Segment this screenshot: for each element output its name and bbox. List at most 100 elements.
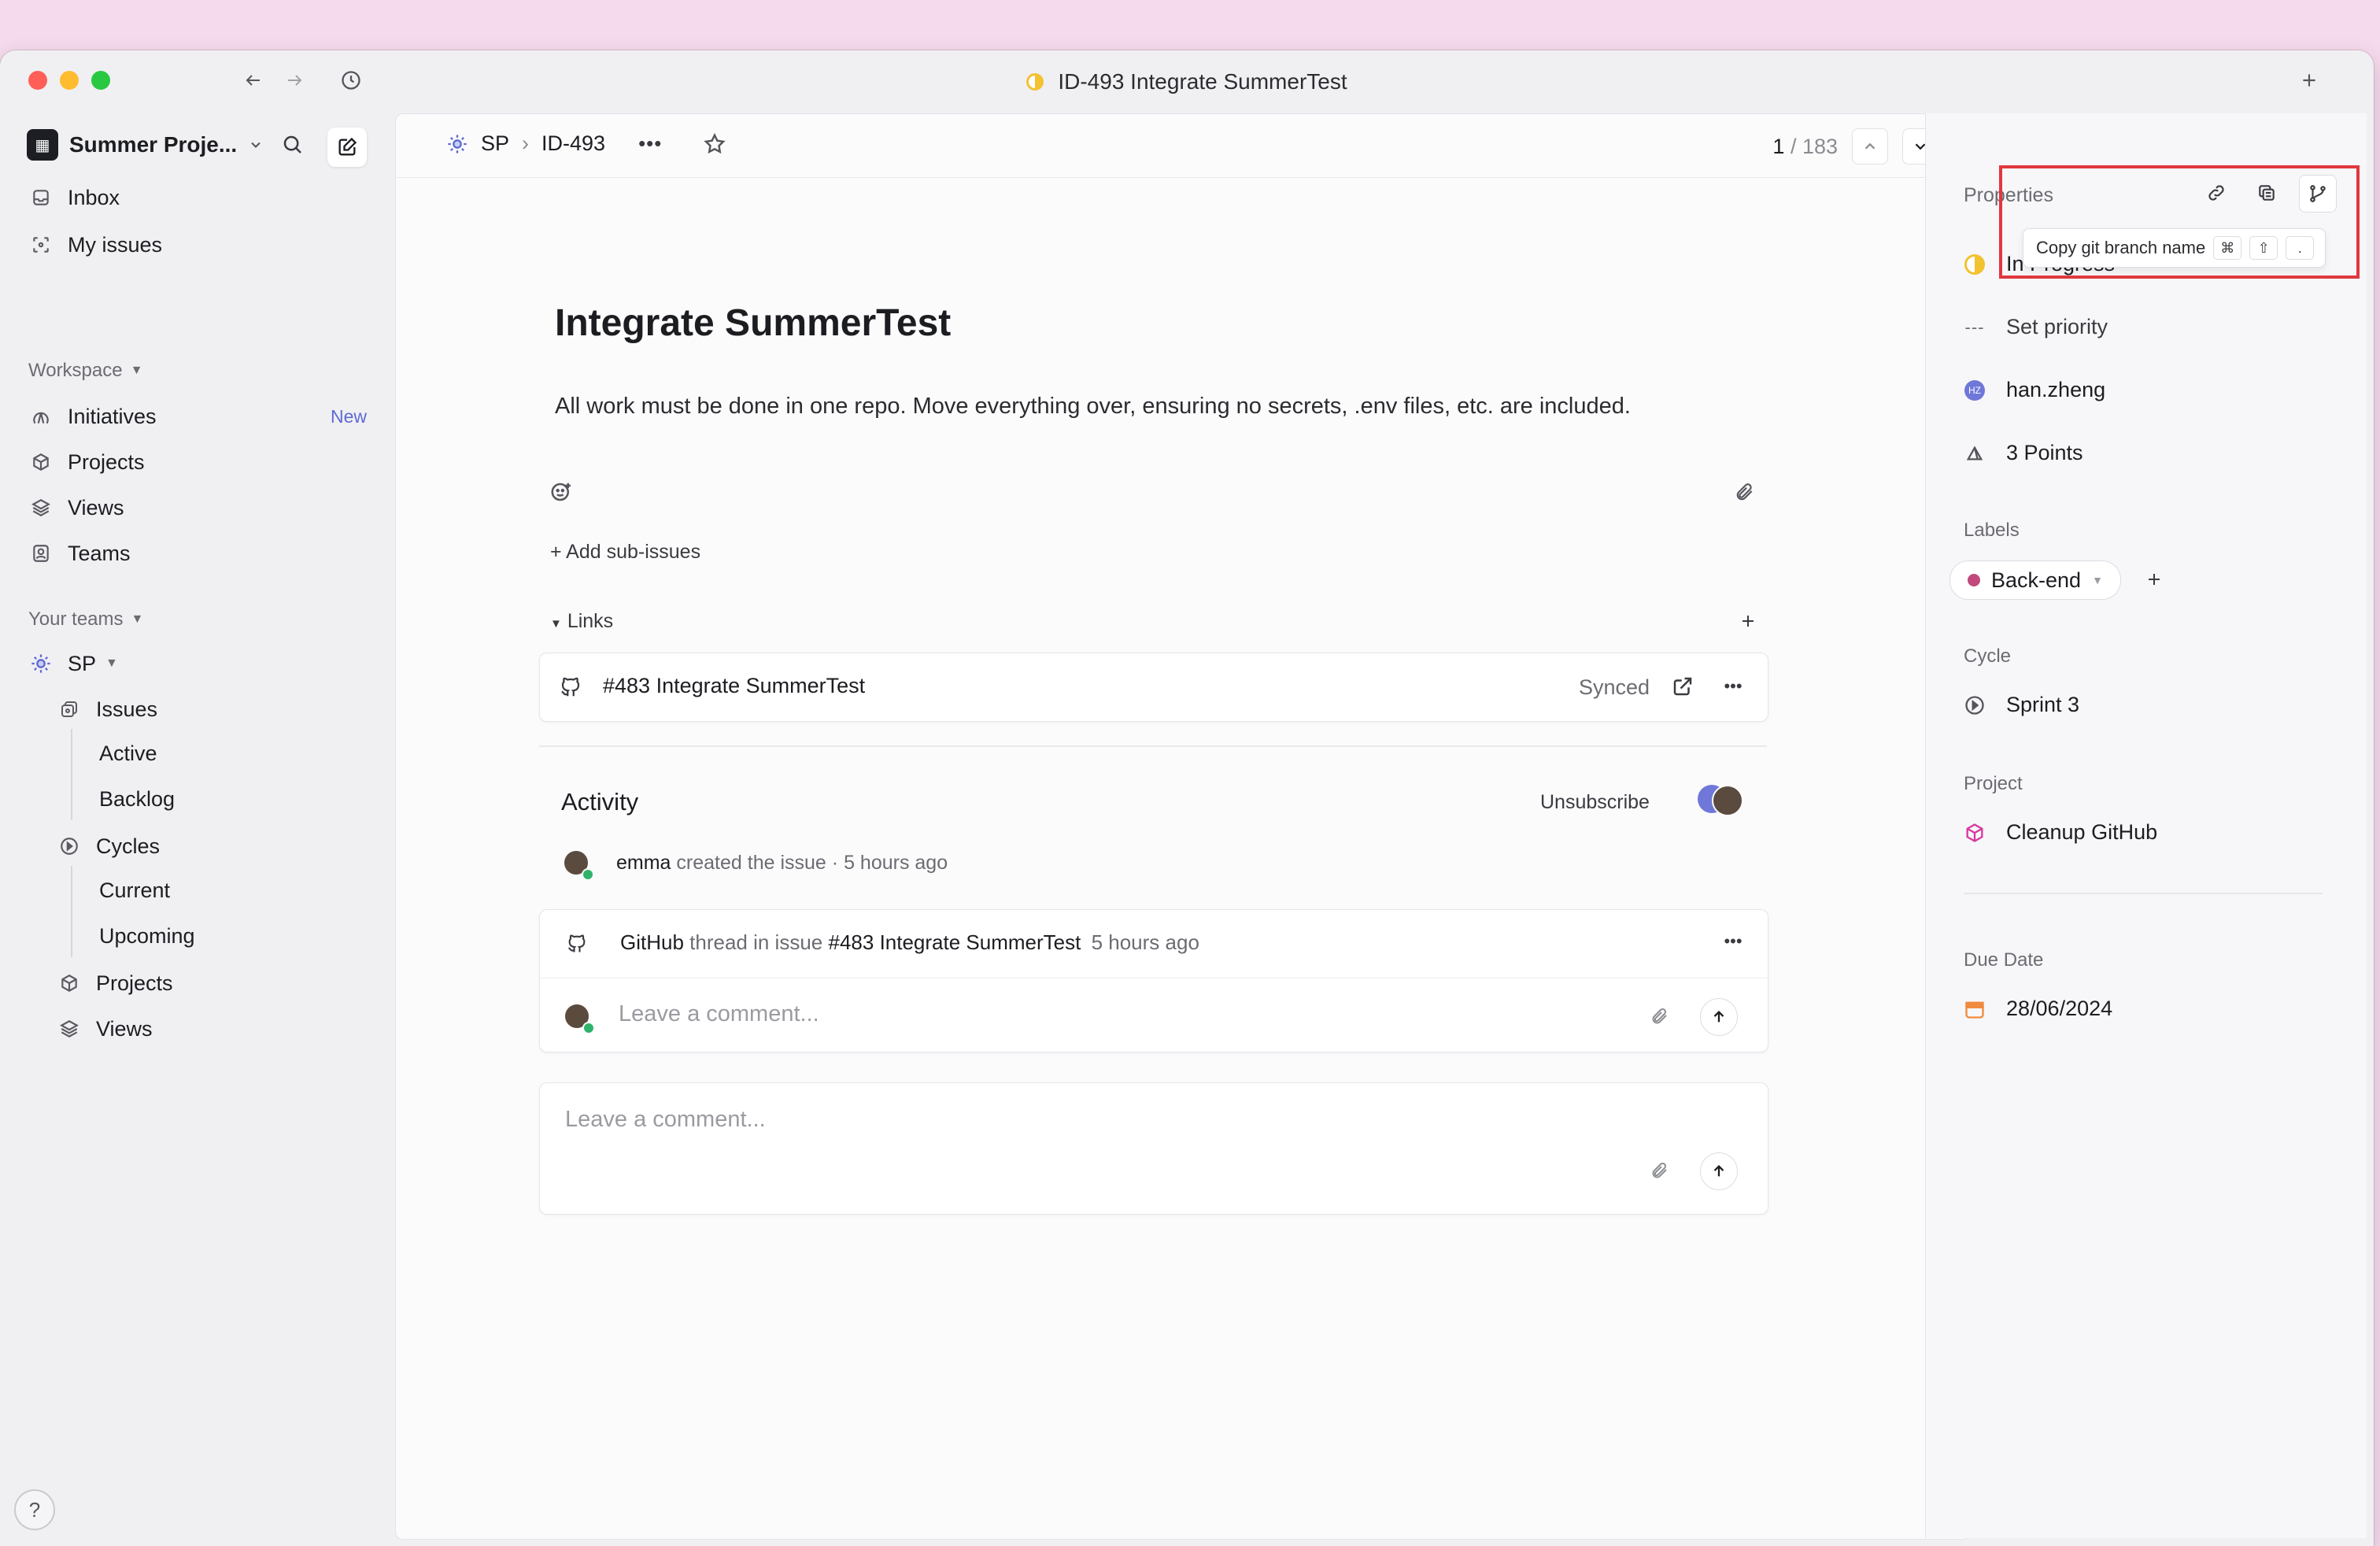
labels-heading: Labels [1964,520,2020,541]
sidebar-item-initiatives[interactable]: Initiatives New [28,397,367,436]
project-heading: Project [1964,773,2023,794]
previous-issue-button[interactable] [1852,128,1888,165]
add-reaction-icon[interactable] [547,478,575,506]
sidebar-item-label: Issues [96,697,158,721]
due-date-property[interactable]: 28/06/2024 [1964,997,2112,1021]
attachment-icon[interactable] [1731,478,1759,506]
sidebar-item-team-views[interactable]: Views [57,1009,153,1049]
assignee-property[interactable]: HZ han.zheng [1964,378,2105,402]
sidebar-item-current[interactable]: Current [99,878,170,903]
github-link-card[interactable]: #483 Integrate SummerTest Synced ••• [539,653,1768,722]
search-icon[interactable] [279,131,307,159]
label-chip-text: Back-end [1991,568,2082,592]
issue-description[interactable]: All work must be done in one repo. Move … [555,394,1631,420]
thread-text: thread in issue [689,930,823,954]
link-more-options-icon[interactable]: ••• [1717,672,1749,701]
thread-more-options-icon[interactable]: ••• [1717,927,1749,956]
activity-user[interactable]: emma [616,852,671,874]
attachment-icon[interactable] [1646,1003,1673,1030]
caret-down-icon: ▼ [131,612,144,626]
subscriber-avatar-emma[interactable] [1712,785,1743,816]
properties-panel: Properties In Progress --- Set priority … [1925,113,2367,1538]
more-options-icon[interactable]: ••• [638,131,662,156]
team-sp[interactable]: SP ▼ [28,644,118,683]
comment-composer[interactable]: Leave a comment... [539,1082,1768,1215]
issue-title[interactable]: Integrate SummerTest [555,301,951,345]
project-cube-icon [1964,822,1986,844]
sidebar-item-active[interactable]: Active [99,742,157,766]
sidebar-item-cycles[interactable]: Cycles [57,827,160,866]
estimate-property[interactable]: 3 Points [1964,441,2083,465]
no-priority-icon: --- [1964,316,1985,337]
thread-reply-input[interactable]: Leave a comment... [619,1001,819,1027]
new-tab-plus-icon[interactable] [2295,66,2323,94]
arrow-up-icon [1713,1164,1724,1177]
new-issue-button[interactable] [327,128,367,167]
cycle-heading: Cycle [1964,645,2012,667]
activity-heading: Activity [561,788,639,816]
chevron-down-icon [251,142,261,148]
breadcrumb-issue-id[interactable]: ID-493 [541,131,605,156]
window-title: ID-493 Integrate SummerTest [0,69,2374,94]
initiatives-icon [28,404,54,429]
sidebar-item-issues[interactable]: Issues [57,690,157,729]
caret-down-icon: ▼ [550,617,562,631]
workspace-section-label: Workspace [28,360,123,381]
chevron-up-icon [1864,142,1876,150]
sidebar-item-teams[interactable]: Teams [28,534,131,573]
sidebar-item-views[interactable]: Views [28,488,124,527]
add-link-plus-icon[interactable] [1735,608,1761,634]
label-color-dot [1968,574,1980,586]
project-value: Cleanup GitHub [2006,820,2158,844]
attachment-icon[interactable] [1646,1157,1673,1184]
thread-issue-link[interactable]: #483 Integrate SummerTest [829,930,1081,954]
team-sun-icon [448,134,467,153]
sidebar-item-projects[interactable]: Projects [28,442,145,482]
priority-property[interactable]: --- Set priority [1964,315,2108,339]
issues-icon [57,697,82,722]
new-badge: New [330,405,367,427]
label-chip-backend[interactable]: Back-end ▼ [1949,560,2121,600]
send-comment-button[interactable] [1700,1152,1738,1190]
cube-icon [57,971,82,996]
add-label-plus-icon[interactable] [2140,565,2168,594]
links-heading: Links [567,610,614,632]
link-sync-status: Synced [1578,675,1650,699]
sidebar-item-team-projects[interactable]: Projects [57,963,173,1003]
pager-total: / 183 [1790,134,1838,158]
issue-pager: 1 / 183 [1772,128,1938,165]
sidebar-item-upcoming[interactable]: Upcoming [99,924,195,949]
activity-separator: · [831,852,839,874]
sidebar-item-label: Views [68,495,124,520]
workspace-section-header[interactable]: Workspace ▼ [28,360,142,382]
thread-description: GitHub thread in issue #483 Integrate Su… [620,930,1199,955]
add-sub-issues-button[interactable]: + Add sub-issues [550,541,700,564]
window-title-text: ID-493 Integrate SummerTest [1058,69,1347,94]
help-button[interactable]: ? [14,1489,55,1530]
sidebar-item-inbox[interactable]: Inbox [28,178,120,217]
cycle-icon [1964,694,1986,716]
activity-event-text: created the issue [676,852,826,874]
star-icon[interactable] [703,132,726,156]
your-teams-section-header[interactable]: Your teams ▼ [28,608,143,631]
issue-detail-pane: SP › ID-493 ••• 1 / 183 Integrate Summer… [395,113,1971,1540]
project-property[interactable]: Cleanup GitHub [1964,820,2157,845]
workspace-switcher[interactable]: ▦ Summer Proje... [27,129,264,161]
tree-guide-line [71,729,72,820]
my-issues-icon [28,232,54,257]
open-external-icon[interactable] [1669,672,1697,701]
assignee-avatar: HZ [1964,379,1986,401]
estimate-value: 3 Points [2006,441,2083,464]
links-section-header[interactable]: ▼ Links [550,610,613,633]
sidebar-item-my-issues[interactable]: My issues [28,225,162,264]
send-reply-button[interactable] [1700,998,1738,1036]
due-date-heading: Due Date [1964,949,2044,971]
comment-input[interactable]: Leave a comment... [565,1107,766,1133]
properties-divider [1964,893,2323,894]
cycle-property[interactable]: Sprint 3 [1964,693,2079,717]
sidebar-item-backlog[interactable]: Backlog [99,787,175,812]
breadcrumb-team[interactable]: SP [481,131,509,156]
sidebar-item-label: Views [96,1016,153,1041]
unsubscribe-button[interactable]: Unsubscribe [1540,791,1650,814]
breadcrumb-separator: › [522,131,530,155]
